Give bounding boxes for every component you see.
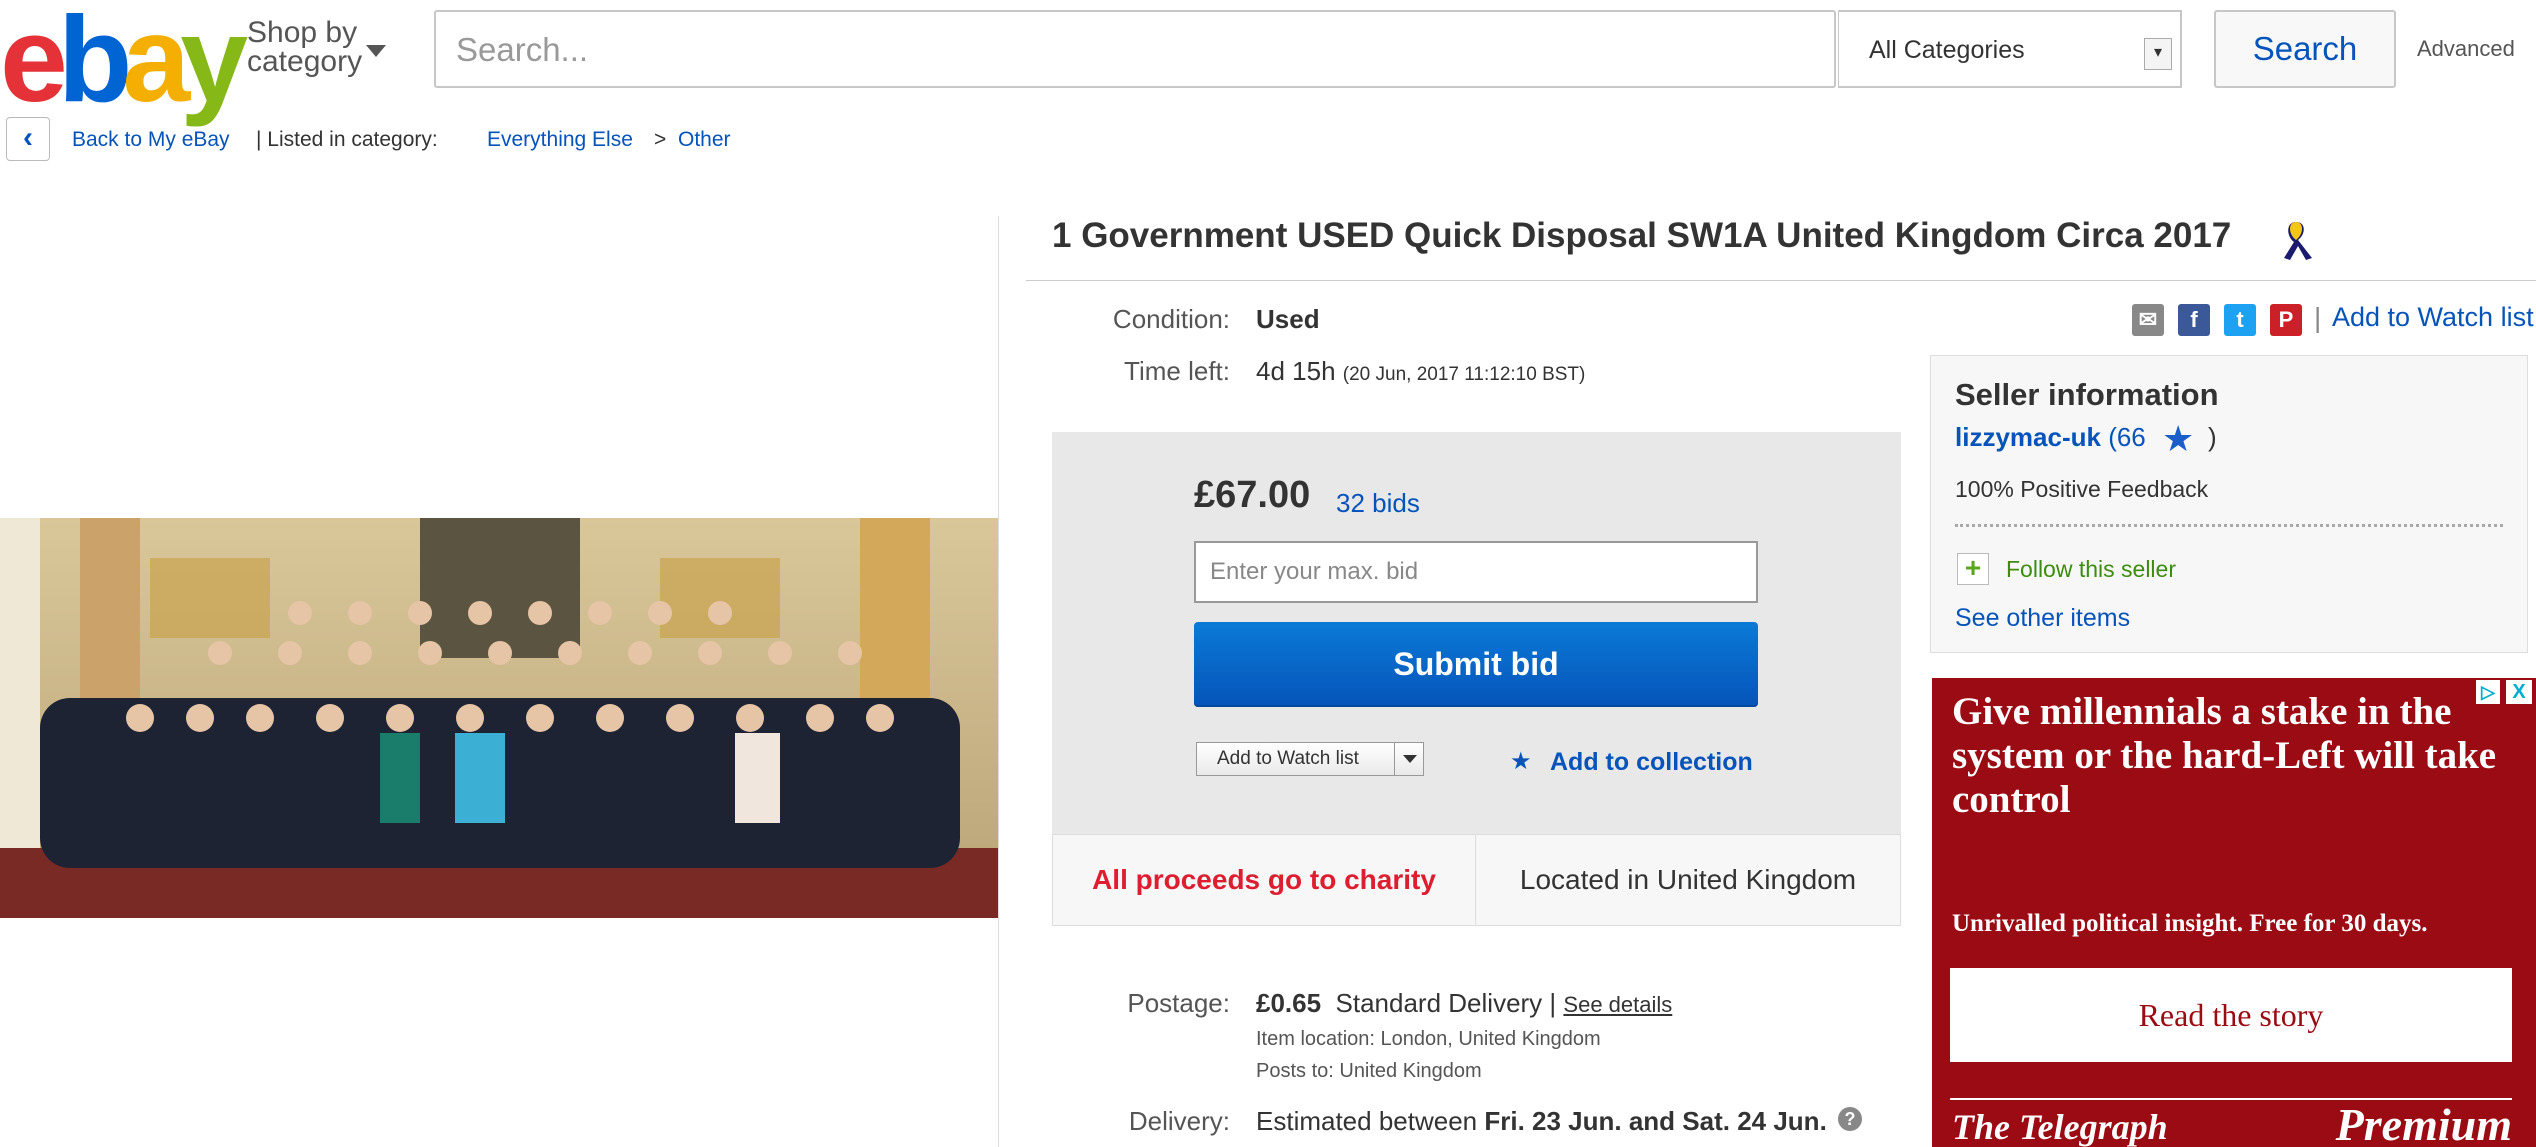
pinterest-icon[interactable]: P [2270, 304, 2302, 336]
shop-by-category-button[interactable]: Shop by category [247, 16, 363, 78]
search-input[interactable] [454, 12, 1838, 88]
close-icon[interactable]: X [2506, 680, 2532, 704]
ebay-logo[interactable]: ebay [0, 0, 248, 120]
delivery-label: Delivery: [1128, 1106, 1230, 1136]
breadcrumb-separator: > [654, 128, 667, 151]
postage-method: Standard Delivery | [1335, 988, 1557, 1018]
telegraph-ad[interactable]: Give millennials a stake in the system o… [1932, 678, 2536, 1147]
submit-bid-button[interactable]: Submit bid [1194, 622, 1758, 707]
advanced-search-link[interactable]: Advanced [2417, 36, 2515, 62]
postage-label: Postage: [1127, 988, 1230, 1018]
time-left: 4d 15h [1256, 356, 1336, 386]
posts-to: Posts to: United Kingdom [1256, 1060, 1482, 1082]
search-box [434, 10, 1838, 88]
facebook-icon[interactable]: f [2178, 304, 2210, 336]
condition-label: Condition: [1112, 304, 1230, 334]
divider [1026, 280, 2536, 281]
item-photo[interactable] [0, 518, 998, 918]
positive-feedback: 100% Positive Feedback [1955, 476, 2209, 502]
add-to-watch-list-link[interactable]: Add to Watch list [2332, 302, 2534, 333]
seller-score-close: ) [2208, 422, 2217, 452]
ad-headline[interactable]: Give millennials a stake in the system o… [1952, 690, 2522, 822]
breadcrumb-everything-else[interactable]: Everything Else [487, 128, 633, 152]
ribbon-icon [2284, 222, 2312, 260]
postage-price: £0.65 [1256, 988, 1322, 1018]
item-location: Item location: London, United Kingdom [1256, 1028, 1601, 1050]
ad-subline: Unrivalled political insight. Free for 3… [1952, 910, 2428, 937]
help-icon[interactable]: ? [1838, 1107, 1862, 1131]
see-other-items-link[interactable]: See other items [1955, 604, 2130, 633]
location-notice: Located in United Kingdom [1476, 834, 1901, 926]
star-rating-icon: ★ [2162, 418, 2195, 459]
search-button[interactable]: Search [2214, 10, 2396, 88]
select-arrow-icon[interactable]: ▾ [2144, 38, 2172, 70]
premium-label: Premium [2335, 1099, 2512, 1147]
watch-list-dropdown-icon[interactable] [1394, 742, 1424, 776]
time-left-value: 4d 15h (20 Jun, 2017 11:12:10 BST) [1256, 356, 1585, 387]
ad-choices-icon[interactable]: ▷ [2476, 680, 2500, 704]
category-select[interactable]: All Categories ▾ [1838, 10, 2182, 88]
shop-by-label: Shop by [247, 16, 358, 49]
seller-info-heading: Seller information [1955, 377, 2219, 412]
add-to-collection-link[interactable]: Add to collection [1550, 748, 1753, 777]
listed-in-category-label: | Listed in category: [256, 128, 438, 151]
time-left-label: Time left: [1124, 356, 1230, 386]
plus-icon[interactable]: + [1957, 553, 1989, 585]
read-the-story-button[interactable]: Read the story [1950, 968, 2512, 1062]
twitter-icon[interactable]: t [2224, 304, 2256, 336]
seller-score[interactable]: (66 [2108, 422, 2146, 452]
delivery-prefix: Estimated between [1256, 1106, 1485, 1136]
condition-value: Used [1256, 304, 1320, 334]
star-icon: ★ [1510, 748, 1532, 775]
postage-value: £0.65 Standard Delivery | See details [1256, 988, 1672, 1019]
back-arrow-icon[interactable]: ‹ [6, 117, 50, 161]
charity-notice: All proceeds go to charity [1052, 834, 1476, 926]
back-to-my-ebay-link[interactable]: Back to My eBay [72, 128, 230, 152]
telegraph-logo: The Telegraph [1952, 1107, 2168, 1147]
bid-count-link[interactable]: 32 bids [1336, 488, 1420, 519]
category-label: category [247, 45, 363, 78]
follow-seller-link[interactable]: Follow this seller [2006, 556, 2176, 583]
max-bid-input[interactable] [1196, 543, 1756, 601]
breadcrumb-other[interactable]: Other [678, 128, 731, 152]
category-select-value: All Categories [1869, 36, 2025, 64]
share-separator: | [2314, 302, 2322, 333]
delivery-estimate: Estimated between Fri. 23 Jun. and Sat. … [1256, 1106, 1827, 1137]
see-details-link[interactable]: See details [1563, 992, 1672, 1017]
caret-down-icon[interactable] [366, 45, 386, 57]
end-time: (20 Jun, 2017 11:12:10 BST) [1342, 364, 1586, 385]
add-to-watch-list-button[interactable]: Add to Watch list [1196, 742, 1424, 776]
delivery-dates: Fri. 23 Jun. and Sat. 24 Jun. [1484, 1106, 1827, 1136]
item-title: 1 Government USED Quick Disposal SW1A Un… [1052, 216, 2232, 255]
max-bid-field [1194, 541, 1758, 603]
mail-icon[interactable]: ✉ [2132, 304, 2164, 336]
dotted-divider [1955, 524, 2503, 527]
seller-username[interactable]: lizzymac-uk [1955, 422, 2101, 452]
seller-name[interactable]: lizzymac-uk (66 [1955, 422, 2146, 453]
current-price: £67.00 [1194, 474, 1311, 516]
